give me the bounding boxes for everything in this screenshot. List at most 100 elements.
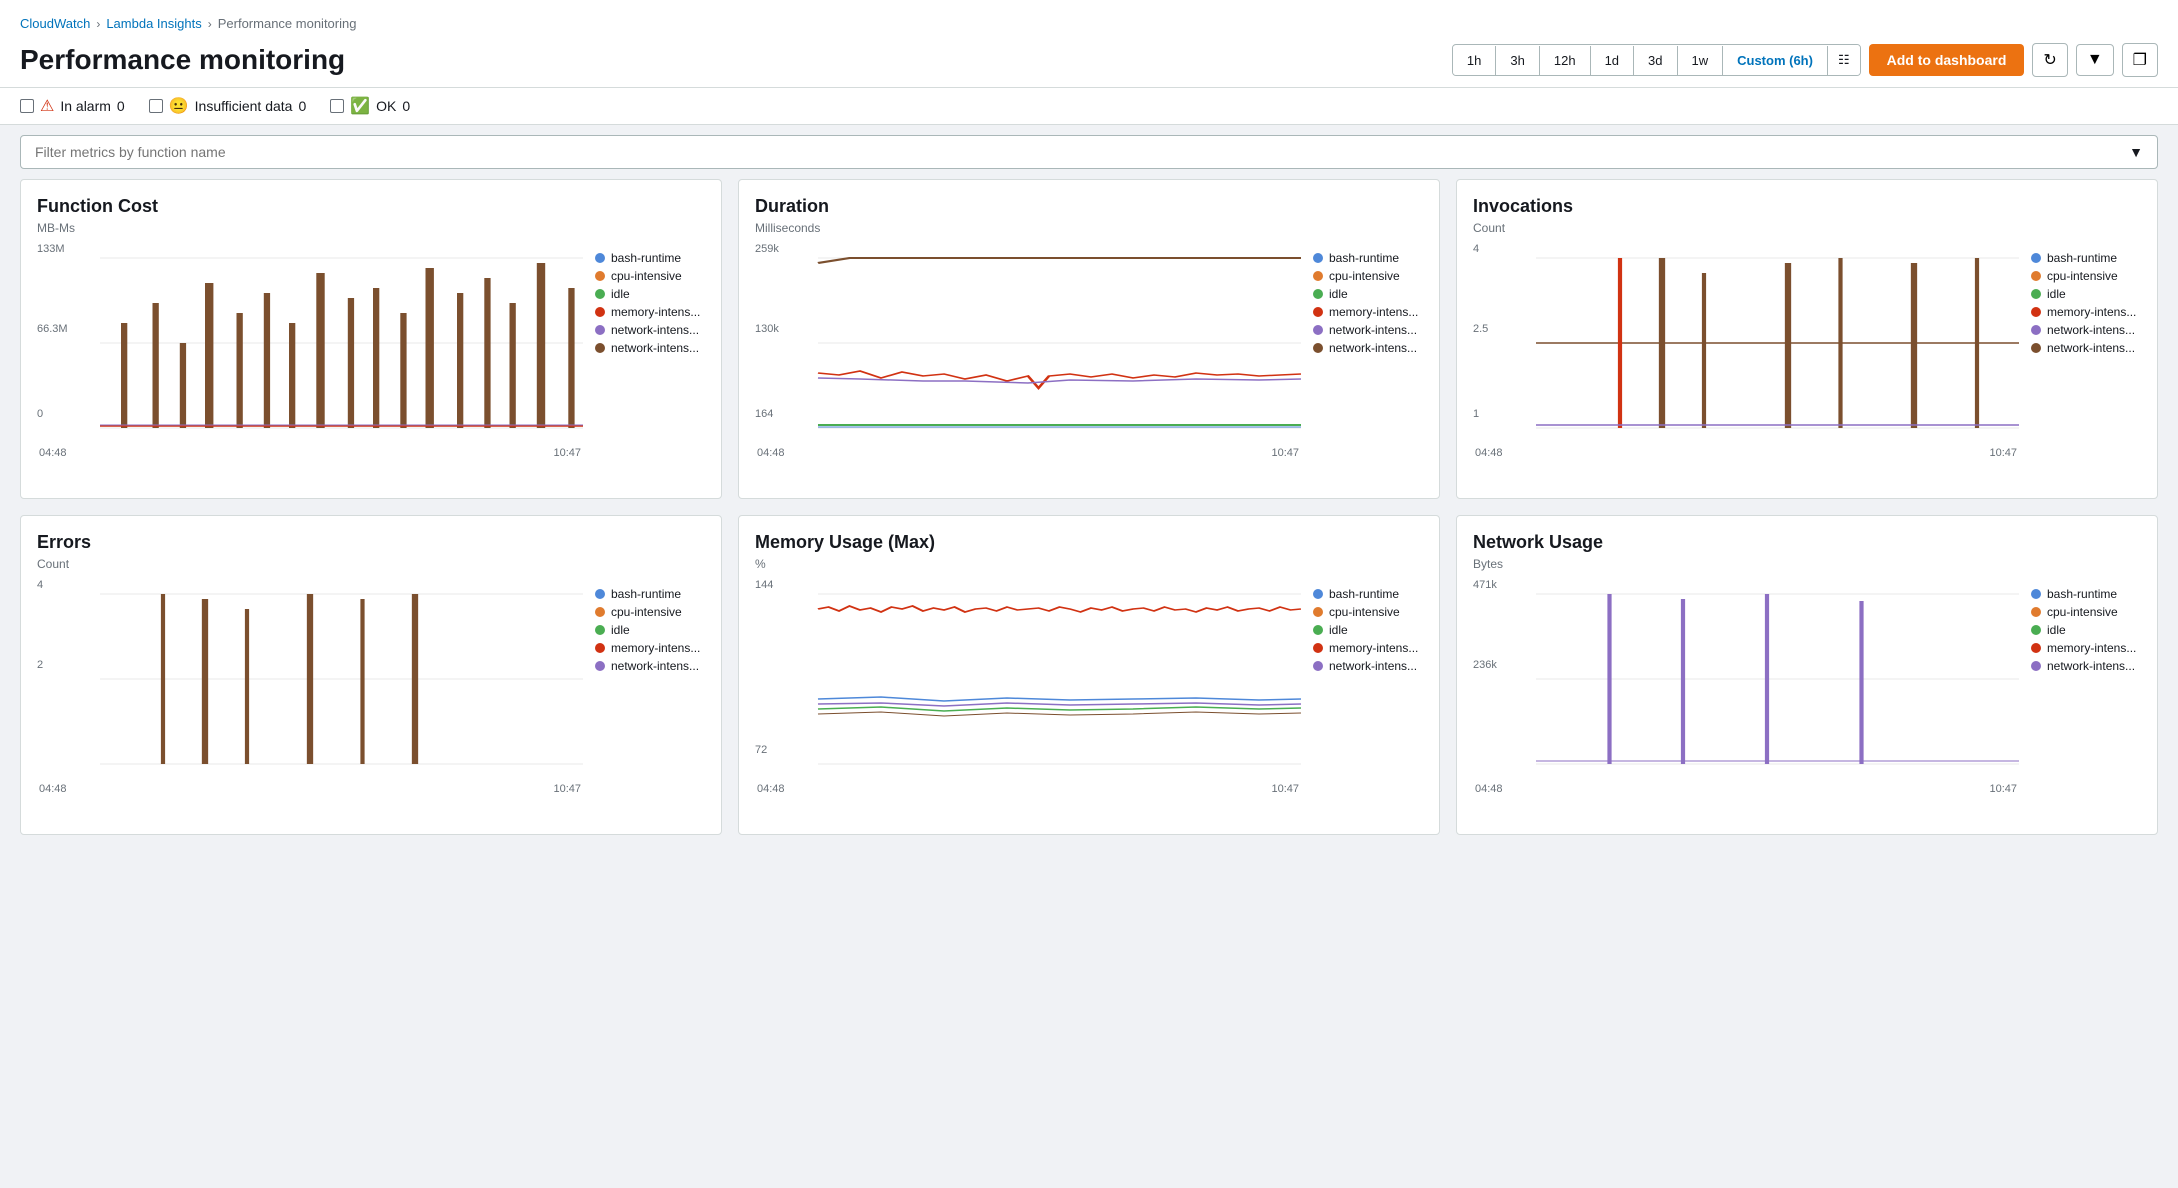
x-label-end: 10:47	[553, 447, 581, 459]
time-btn-3d[interactable]: 3d	[1634, 46, 1677, 75]
add-to-dashboard-button[interactable]: Add to dashboard	[1869, 44, 2025, 76]
memory-x-labels: 04:48 10:47	[755, 783, 1301, 795]
legend-label-network2: network-intens...	[611, 341, 699, 355]
legend-m-cpu: cpu-intensive	[1313, 605, 1423, 619]
filter-bar: ▼	[0, 125, 2178, 179]
duration-card: Duration Milliseconds 259k 130k 164	[738, 179, 1440, 499]
function-cost-svg	[37, 243, 583, 443]
breadcrumb-cloudwatch[interactable]: CloudWatch	[20, 16, 90, 31]
fullscreen-button[interactable]: ❐	[2122, 43, 2158, 77]
legend-e-idle: idle	[595, 623, 705, 637]
filter-dropdown-icon[interactable]: ▼	[2129, 144, 2143, 160]
refresh-button[interactable]: ↻	[2032, 43, 2067, 77]
x-label-start: 04:48	[39, 447, 67, 459]
duration-title: Duration	[755, 196, 1423, 217]
legend-label-cpu: cpu-intensive	[611, 269, 682, 283]
legend-m-bash: bash-runtime	[1313, 587, 1423, 601]
insufficient-label: Insufficient data	[195, 98, 293, 114]
errors-title: Errors	[37, 532, 705, 553]
ok-count: 0	[402, 98, 410, 114]
legend-i-network1: network-intens...	[2031, 323, 2141, 337]
ok-checkbox[interactable]	[330, 99, 344, 113]
legend-d-network2: network-intens...	[1313, 341, 1423, 355]
function-cost-x-labels: 04:48 10:47	[37, 447, 583, 459]
errors-canvas: 4 2 04:48	[37, 579, 583, 799]
page-title: Performance monitoring	[20, 44, 345, 76]
function-cost-legend: bash-runtime cpu-intensive idle memory-i…	[595, 243, 705, 463]
duration-canvas: 259k 130k 164	[755, 243, 1301, 463]
y-label-471k: 471k	[1473, 579, 1497, 591]
in-alarm-checkbox[interactable]	[20, 99, 34, 113]
legend-dot-idle	[595, 289, 605, 299]
calendar-icon-btn[interactable]: ☷	[1828, 45, 1860, 75]
network-usage-canvas: 471k 236k 04:48	[1473, 579, 2019, 799]
time-btn-1d[interactable]: 1d	[1591, 46, 1634, 75]
memory-usage-card: Memory Usage (Max) % 144 72	[738, 515, 1440, 835]
ok-label: OK	[376, 98, 396, 114]
time-btn-12h[interactable]: 12h	[1540, 46, 1591, 75]
ok-status: ✅ OK 0	[330, 96, 410, 116]
function-cost-area: 133M 66.3M 0	[37, 243, 705, 463]
legend-label-idle: idle	[611, 287, 630, 301]
legend-label-bash: bash-runtime	[611, 251, 681, 265]
network-x-labels: 04:48 10:47	[1473, 783, 2019, 795]
legend-m-idle: idle	[1313, 623, 1423, 637]
insufficient-checkbox[interactable]	[149, 99, 163, 113]
legend-i-idle: idle	[2031, 287, 2141, 301]
y-label-4e: 4	[37, 579, 43, 591]
insufficient-status: 😐 Insufficient data 0	[149, 96, 307, 116]
status-bar: ⚠ In alarm 0 😐 Insufficient data 0 ✅ OK …	[0, 88, 2178, 125]
memory-usage-area: 144 72 04:48 10:	[755, 579, 1423, 799]
legend-n-idle: idle	[2031, 623, 2141, 637]
invocations-x-labels: 04:48 10:47	[1473, 447, 2019, 459]
network-usage-unit: Bytes	[1473, 557, 2141, 571]
duration-unit: Milliseconds	[755, 221, 1423, 235]
legend-dot-memory	[595, 307, 605, 317]
legend-n-cpu: cpu-intensive	[2031, 605, 2141, 619]
legend-e-bash: bash-runtime	[595, 587, 705, 601]
errors-unit: Count	[37, 557, 705, 571]
legend-dot-bash	[595, 253, 605, 263]
in-alarm-label: In alarm	[60, 98, 111, 114]
in-alarm-count: 0	[117, 98, 125, 114]
network-legend: bash-runtime cpu-intensive idle memory-i…	[2031, 579, 2141, 799]
legend-d-dot-network2	[1313, 343, 1323, 353]
function-cost-card: Function Cost MB-Ms 133M 66.3M 0	[20, 179, 722, 499]
errors-x-labels: 04:48 10:47	[37, 783, 583, 795]
legend-m-network1: network-intens...	[1313, 659, 1423, 673]
breadcrumb-sep-2: ›	[208, 17, 212, 31]
y-label-144: 144	[755, 579, 773, 591]
time-btn-3h[interactable]: 3h	[1496, 46, 1539, 75]
time-btn-custom[interactable]: Custom (6h)	[1723, 46, 1828, 75]
time-btn-1h[interactable]: 1h	[1453, 46, 1496, 75]
legend-memory: memory-intens...	[595, 305, 705, 319]
dropdown-button[interactable]: ▼	[2076, 44, 2114, 76]
legend-n-memory: memory-intens...	[2031, 641, 2141, 655]
ok-icon: ✅	[350, 96, 370, 116]
legend-network2: network-intens...	[595, 341, 705, 355]
legend-dot-network2	[595, 343, 605, 353]
memory-usage-unit: %	[755, 557, 1423, 571]
network-usage-title: Network Usage	[1473, 532, 2141, 553]
insufficient-icon: 😐	[169, 96, 189, 116]
y-label-2e: 2	[37, 659, 43, 671]
breadcrumb-current: Performance monitoring	[218, 16, 357, 31]
legend-d-dot-cpu	[1313, 271, 1323, 281]
memory-usage-title: Memory Usage (Max)	[755, 532, 1423, 553]
invocations-area: 4 2.5 1	[1473, 243, 2141, 463]
invocations-title: Invocations	[1473, 196, 2141, 217]
invocations-svg	[1473, 243, 2019, 443]
duration-legend: bash-runtime cpu-intensive idle memory-i…	[1313, 243, 1423, 463]
network-usage-card: Network Usage Bytes 471k 236k	[1456, 515, 2158, 835]
legend-e-cpu: cpu-intensive	[595, 605, 705, 619]
time-btn-1w[interactable]: 1w	[1678, 46, 1724, 75]
filter-container: ▼	[20, 135, 2158, 169]
network-usage-area: 471k 236k 04:48	[1473, 579, 2141, 799]
y-label-663m: 66.3M	[37, 323, 68, 335]
y-label-236k: 236k	[1473, 659, 1497, 671]
legend-bash-runtime: bash-runtime	[595, 251, 705, 265]
breadcrumb-lambda-insights[interactable]: Lambda Insights	[106, 16, 201, 31]
legend-n-network1: network-intens...	[2031, 659, 2141, 673]
filter-input[interactable]	[35, 144, 2129, 160]
legend-d-cpu: cpu-intensive	[1313, 269, 1423, 283]
